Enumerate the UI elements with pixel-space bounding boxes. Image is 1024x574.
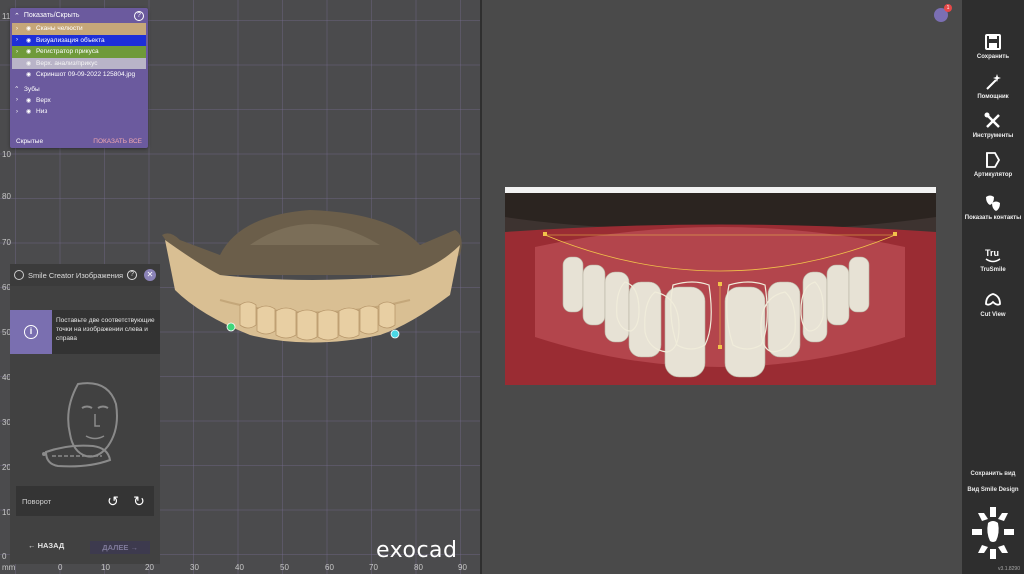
x-tick: 0 [58, 563, 63, 572]
close-icon[interactable]: ✕ [144, 269, 156, 281]
wizard-icon [986, 74, 1001, 90]
rotation-label: Поворот [22, 496, 52, 506]
cut-view-button[interactable]: Cut View [962, 290, 1024, 318]
vis-row-upper-analysis[interactable]: ◉ Верх. анализ/прикус [12, 57, 146, 69]
3d-viewport[interactable]: 11 10 80 70 60 50 40 30 20 10 0 mm 0 10 … [0, 0, 480, 574]
landmark-point-left [226, 322, 236, 332]
vis-row-lower[interactable]: › ◉ Низ [12, 106, 146, 118]
articulator-icon [986, 152, 1001, 168]
next-button[interactable]: ДАЛЕЕ → [90, 541, 150, 554]
rotate-left-icon[interactable]: ↺ [104, 492, 122, 510]
eye-icon[interactable]: ◉ [26, 71, 36, 78]
y-tick: 70 [2, 238, 11, 247]
vis-row-object-visualization[interactable]: › ◉ Визуализация объекта [12, 34, 146, 46]
help-icon[interactable]: ? [127, 270, 138, 280]
vis-row-label: Скриншот 09-09-2022 125804.jpg [36, 71, 136, 79]
vis-row-jaw-scans[interactable]: › ◉ Сканы челюсти [12, 23, 146, 35]
cut-view-icon [985, 293, 1001, 306]
chevron-right-icon[interactable]: › [16, 97, 26, 103]
rotate-right-icon[interactable]: ↻ [130, 492, 148, 510]
tools-icon [984, 112, 1000, 128]
smile-creator-title: Smile Creator Изображения [28, 270, 124, 280]
exocad-window: 11 10 80 70 60 50 40 30 20 10 0 mm 0 10 … [0, 0, 1024, 574]
chevron-up-icon[interactable]: ⌃ [14, 12, 20, 20]
teeth-section-label: Зубы [24, 85, 40, 93]
instruction-text: Поставьте две соответствующие точки на и… [52, 310, 160, 354]
eye-icon[interactable]: ◉ [26, 48, 36, 55]
smile-creator-panel: Smile Creator Изображения ? ✕ i Поставьт… [10, 264, 160, 564]
vis-row-label: Низ [36, 108, 48, 116]
vis-row-label: Визуализация объекта [36, 36, 105, 44]
chevron-right-icon[interactable]: › [16, 49, 26, 55]
right-toolbar: Сохранить Помощник Инструменты Артикулят… [962, 0, 1024, 574]
x-tick: 40 [235, 563, 244, 572]
eye-icon[interactable]: ◉ [26, 97, 36, 104]
save-view-link[interactable]: Сохранить вид [962, 471, 1024, 477]
contacts-icon [986, 195, 1000, 211]
chevron-up-icon[interactable]: ⌃ [14, 85, 24, 93]
y-tick: 10 [2, 150, 11, 159]
visibility-title: Показать/Скрыть [23, 12, 80, 19]
instruction-box: i Поставьте две соответствующие точки на… [10, 310, 160, 354]
trusmile-icon: Tru [985, 248, 1001, 263]
wizard-navigation: ← НАЗАД ДАЛЕЕ → [28, 541, 150, 554]
save-button[interactable]: Сохранить [962, 32, 1024, 60]
x-tick: 10 [101, 563, 110, 572]
y-tick: 0 [2, 552, 7, 561]
tools-button[interactable]: Инструменты [962, 111, 1024, 139]
smile-creator-header: Smile Creator Изображения ? ✕ [10, 264, 160, 286]
notification-bell-icon[interactable]: 1 [934, 4, 952, 22]
chevron-right-icon[interactable]: › [16, 109, 26, 115]
face-icon [14, 270, 24, 280]
articulator-button[interactable]: Артикулятор [962, 150, 1024, 178]
rotation-control: Поворот ↺ ↻ [16, 486, 154, 516]
exocad-logo: exocad [376, 538, 458, 563]
wizard-button[interactable]: Помощник [962, 72, 1024, 100]
smile-photo[interactable] [505, 187, 936, 385]
vis-row-label: Верх. анализ/прикус [36, 59, 98, 67]
svg-text:Tru: Tru [985, 248, 999, 258]
hidden-toggle[interactable]: Скрытые [16, 138, 43, 145]
info-icon: i [24, 325, 38, 339]
show-contacts-button[interactable]: Показать контакты [962, 193, 1024, 221]
x-tick: 50 [280, 563, 289, 572]
chevron-right-icon[interactable]: › [16, 26, 26, 32]
x-tick: 30 [190, 563, 199, 572]
landmark-point-right [390, 329, 400, 339]
x-tick: 80 [414, 563, 423, 572]
teeth-section[interactable]: ⌃ Зубы [10, 84, 148, 95]
smile-design-view-link[interactable]: Вид Smile Design [962, 487, 1024, 493]
version-label: v3.1.8290 [998, 566, 1020, 572]
eye-icon[interactable]: ◉ [26, 25, 36, 32]
visibility-header[interactable]: ⌃ Показать/Скрыть ? [10, 8, 148, 23]
y-tick: 80 [2, 192, 11, 201]
notification-count: 1 [944, 4, 952, 12]
jaw-scan-model[interactable] [160, 205, 470, 355]
back-button[interactable]: ← НАЗАД [28, 541, 64, 554]
x-tick: mm [2, 563, 16, 572]
x-tick: 90 [458, 563, 467, 572]
trusmile-button[interactable]: Tru TruSmile [962, 245, 1024, 273]
vis-row-upper[interactable]: › ◉ Верх [12, 95, 146, 107]
eye-icon[interactable]: ◉ [26, 108, 36, 115]
vis-row-label: Верх [36, 96, 51, 104]
info-icon-box: i [10, 310, 52, 354]
vis-row-label: Регистратор прикуса [36, 48, 99, 56]
visibility-footer: Скрытые ПОКАЗАТЬ ВСЕ [10, 138, 148, 145]
vis-row-bite-registration[interactable]: › ◉ Регистратор прикуса [12, 46, 146, 58]
save-icon [985, 34, 1001, 50]
eye-icon[interactable]: ◉ [26, 60, 36, 67]
viewing-direction-icon[interactable] [970, 505, 1016, 561]
face-alignment-illustration [42, 382, 118, 468]
chevron-right-icon[interactable]: › [16, 37, 26, 43]
x-tick: 20 [145, 563, 154, 572]
x-tick: 60 [325, 563, 334, 572]
vis-row-label: Сканы челюсти [36, 25, 83, 33]
show-all-button[interactable]: ПОКАЗАТЬ ВСЕ [93, 138, 142, 145]
x-tick: 70 [369, 563, 378, 572]
eye-icon[interactable]: ◉ [26, 37, 36, 44]
visibility-panel: ⌃ Показать/Скрыть ? › ◉ Сканы челюсти › … [10, 8, 148, 148]
help-icon[interactable]: ? [134, 10, 144, 21]
vis-row-screenshot[interactable]: ◉ Скриншот 09-09-2022 125804.jpg [12, 69, 146, 81]
